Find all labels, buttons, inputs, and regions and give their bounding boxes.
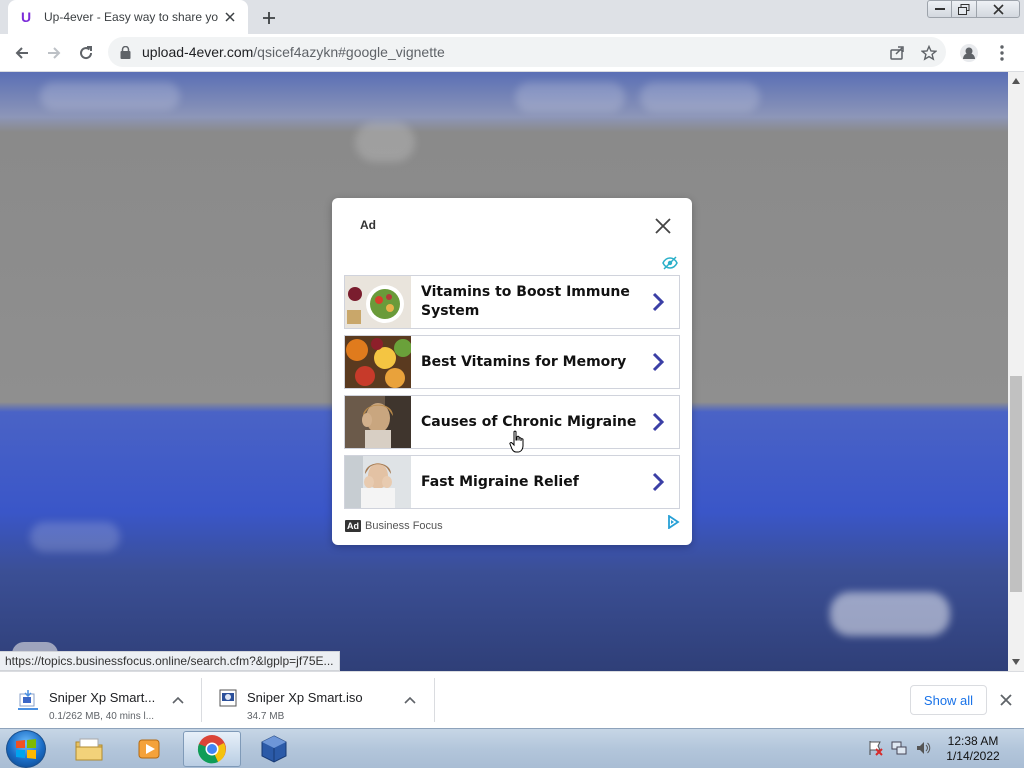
forward-button[interactable] (42, 41, 66, 65)
tab-strip: U Up-4ever - Easy way to share yo (0, 0, 1024, 34)
blurred-button (830, 592, 950, 636)
lock-icon (120, 45, 132, 59)
download-progress-status: 0.1/262 MB, 40 mins l... (49, 711, 155, 722)
chevron-up-icon[interactable] (402, 692, 418, 708)
ad-label: Ad (360, 218, 376, 232)
blurred-logo (40, 82, 180, 110)
address-bar[interactable]: upload-4ever.com/qsicef4azykn#google_vig… (108, 37, 946, 67)
download-size: 34.7 MB (247, 711, 285, 722)
ad-item[interactable]: Vitamins to Boost Immune System (344, 275, 680, 329)
system-clock[interactable]: 12:38 AM 1/14/2022 (938, 734, 1008, 764)
browser-tab[interactable]: U Up-4ever - Easy way to share yo (8, 0, 248, 34)
menu-kebab-icon[interactable] (991, 42, 1013, 64)
scroll-down-icon[interactable] (1008, 655, 1024, 669)
chevron-up-icon[interactable] (170, 692, 186, 708)
scroll-up-icon[interactable] (1008, 74, 1024, 88)
start-button[interactable] (6, 730, 46, 768)
hand-cursor-icon (509, 430, 524, 453)
back-button[interactable] (10, 41, 34, 65)
chevron-right-icon (652, 292, 665, 312)
virtualbox-icon[interactable] (245, 731, 303, 767)
show-all-downloads-button[interactable]: Show all (910, 685, 987, 715)
media-player-icon[interactable] (121, 731, 179, 767)
salad-thumbnail-image (345, 276, 411, 328)
volume-icon[interactable] (914, 739, 932, 757)
ad-item-title: Causes of Chronic Migraine (421, 413, 637, 430)
forward-arrow-icon (48, 47, 61, 59)
chevron-right-icon (652, 472, 665, 492)
action-center-flag-icon[interactable] (866, 739, 884, 757)
chevron-right-icon (652, 352, 665, 372)
profile-avatar-icon[interactable] (958, 42, 980, 64)
ad-brand-name: Business Focus (365, 520, 443, 532)
scrollbar-thumb[interactable] (1010, 376, 1022, 592)
clock-time: 12:38 AM (947, 734, 999, 748)
download-shelf: Sniper Xp Smart... 0.1/262 MB, 40 mins l… (0, 671, 1024, 728)
blurred-label (30, 522, 120, 552)
ad-item[interactable]: Fast Migraine Relief (344, 455, 680, 509)
woman-migraine-thumbnail-image (345, 456, 411, 508)
reload-icon (80, 46, 93, 60)
ad-item[interactable]: Best Vitamins for Memory (344, 335, 680, 389)
new-tab-button[interactable] (258, 7, 280, 29)
adchoices-icon[interactable] (666, 515, 680, 529)
status-bar-url: https://topics.businessfocus.online/sear… (0, 651, 340, 671)
browser-toolbar: upload-4ever.com/qsicef4azykn#google_vig… (0, 34, 1024, 72)
back-arrow-icon (15, 47, 28, 59)
iso-file-downloading-icon (18, 690, 38, 710)
page-scrollbar[interactable] (1008, 72, 1024, 671)
clock-date: 1/14/2022 (946, 749, 1000, 763)
windows-taskbar: 12:38 AM 1/14/2022 (0, 728, 1024, 768)
ad-attribution[interactable]: Ad Business Focus (345, 520, 443, 532)
ad-visibility-eye-icon[interactable] (662, 256, 678, 270)
blurred-nav-button (515, 82, 625, 112)
download-item[interactable]: Sniper Xp Smart... 0.1/262 MB, 40 mins l… (0, 678, 200, 722)
chrome-icon[interactable] (183, 731, 241, 767)
tab-title: Up-4ever - Easy way to share yo (44, 10, 219, 24)
ad-badge: Ad (345, 520, 361, 532)
download-item[interactable]: Sniper Xp Smart.iso 34.7 MB (202, 678, 434, 722)
download-filename: Sniper Xp Smart.iso (247, 690, 363, 705)
woman-headache-thumbnail-image (345, 396, 411, 448)
url-host: upload-4ever.com (142, 44, 254, 60)
tab-close-icon[interactable] (222, 9, 238, 25)
url-path: /qsicef4azykn#google_vignette (253, 44, 445, 60)
reload-button[interactable] (74, 41, 98, 65)
folder-icon[interactable] (60, 731, 118, 767)
download-filename: Sniper Xp Smart... (49, 690, 156, 705)
window-close-button[interactable] (976, 0, 1020, 18)
ad-close-icon[interactable] (653, 216, 673, 236)
ad-item-title: Vitamins to Boost Immune System (421, 284, 630, 319)
minimize-button[interactable] (927, 0, 952, 18)
site-favicon-icon: U (20, 9, 32, 25)
network-icon[interactable] (890, 739, 908, 757)
share-icon[interactable] (888, 44, 906, 62)
chevron-right-icon (652, 412, 665, 432)
fruit-thumbnail-image (345, 336, 411, 388)
ad-item-title: Best Vitamins for Memory (421, 353, 627, 370)
bookmark-star-icon[interactable] (920, 44, 938, 62)
blurred-icon (355, 122, 415, 162)
blurred-nav-button (640, 82, 760, 112)
ad-item-title: Fast Migraine Relief (421, 473, 579, 490)
iso-file-icon (219, 689, 237, 707)
ad-vignette-modal: Ad Vitamins to Boost Immune System Best … (332, 198, 692, 545)
restore-button[interactable] (951, 0, 977, 18)
close-shelf-icon[interactable] (997, 691, 1015, 709)
windows-logo-icon (16, 739, 36, 759)
shelf-divider (434, 678, 435, 722)
